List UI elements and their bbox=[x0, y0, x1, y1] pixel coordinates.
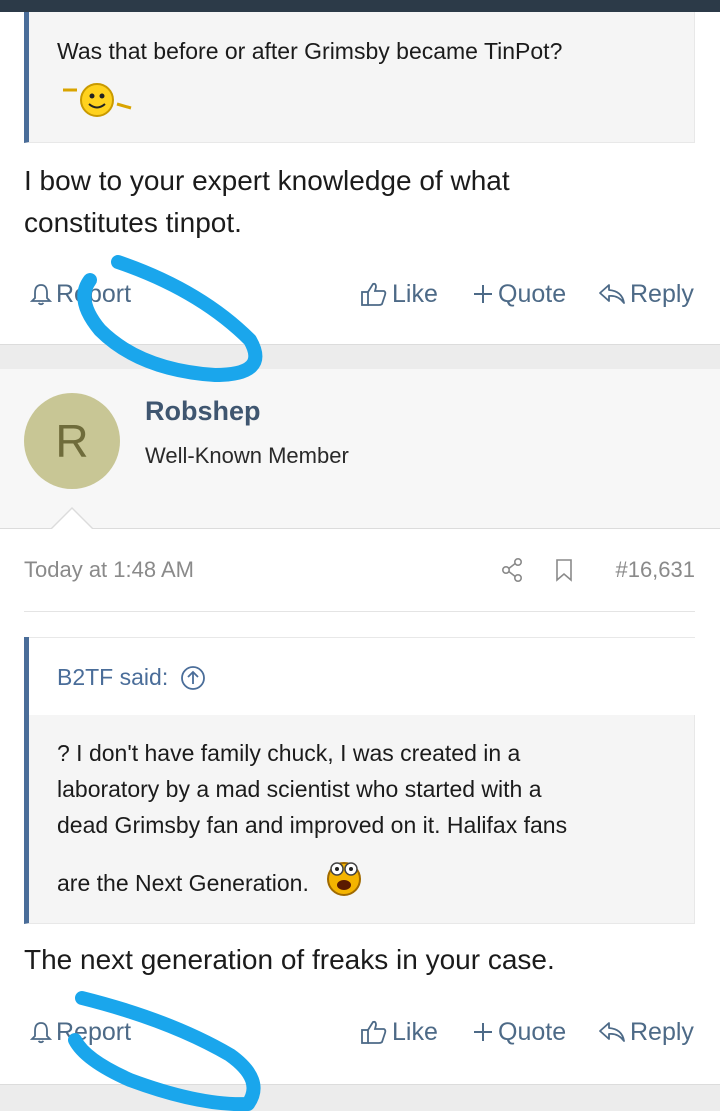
plus-icon bbox=[474, 285, 492, 303]
post-date-link[interactable]: Today at 1:48 AM bbox=[24, 557, 194, 583]
bookmark-button[interactable] bbox=[554, 557, 574, 589]
quote-block: Was that before or after Grimsby became … bbox=[24, 12, 695, 143]
report-button[interactable]: Report bbox=[30, 274, 131, 314]
post-body: The next generation of freaks in your ca… bbox=[24, 944, 555, 975]
quote-line: ? I don't have family chuck, I was creat… bbox=[57, 740, 521, 766]
bell-icon bbox=[30, 284, 52, 306]
quote-body: ? I don't have family chuck, I was creat… bbox=[57, 735, 677, 901]
post-previous: Was that before or after Grimsby became … bbox=[0, 12, 720, 345]
post-user-header: R Robshep Well-Known Member bbox=[0, 369, 720, 529]
quote-button[interactable]: Quote bbox=[472, 274, 566, 314]
bell-icon bbox=[30, 1022, 52, 1044]
post-actions: Report Like Quote Reply bbox=[0, 274, 720, 314]
post-body-line: I bow to your expert knowledge of what bbox=[24, 165, 510, 196]
post-body-line: constitutes tinpot. bbox=[24, 207, 242, 238]
header-pointer-inner bbox=[52, 509, 92, 529]
quote-line-with-smiley: are the Next Generation. bbox=[57, 857, 677, 901]
quote-line: laboratory by a mad scientist who starte… bbox=[57, 776, 542, 802]
quote-text: Was that before or after Grimsby became … bbox=[57, 38, 563, 64]
post-meta: Today at 1:48 AM #16,631 bbox=[24, 557, 695, 587]
like-button[interactable]: Like bbox=[360, 1012, 438, 1052]
quote-block: B2TF said: ? I don't have family chuck, … bbox=[24, 637, 695, 924]
reply-arrow-icon bbox=[599, 1022, 625, 1042]
post-separator bbox=[0, 345, 720, 369]
post-current: Today at 1:48 AM #16,631 B2TF said: ? I … bbox=[0, 529, 720, 1085]
waving-smiley-icon bbox=[63, 83, 132, 117]
top-navigation-bar bbox=[0, 0, 720, 12]
user-title: Well-Known Member bbox=[145, 443, 349, 468]
quote-author-label: B2TF said: bbox=[57, 664, 169, 690]
reply-label: Reply bbox=[630, 279, 694, 308]
quote-header: B2TF said: bbox=[29, 637, 695, 715]
report-label: Report bbox=[56, 1017, 132, 1046]
bookmark-icon bbox=[556, 559, 572, 582]
shocked-smiley-icon bbox=[327, 862, 362, 896]
reply-button[interactable]: Reply bbox=[598, 1012, 694, 1052]
quote-line: are the Next Generation. bbox=[57, 870, 309, 896]
share-button[interactable] bbox=[500, 557, 524, 589]
reply-arrow-icon bbox=[599, 284, 625, 304]
meta-divider bbox=[24, 611, 695, 612]
quote-button[interactable]: Quote bbox=[472, 1012, 566, 1052]
reply-button[interactable]: Reply bbox=[598, 274, 694, 314]
arrow-up-circle-icon[interactable] bbox=[180, 665, 206, 691]
thumbs-up-icon bbox=[361, 282, 387, 306]
quote-author-link[interactable]: B2TF said: bbox=[57, 664, 206, 691]
post-body: I bow to your expert knowledge of what c… bbox=[24, 160, 510, 244]
report-label: Report bbox=[56, 279, 132, 308]
thumbs-up-icon bbox=[361, 1020, 387, 1044]
like-button[interactable]: Like bbox=[360, 274, 438, 314]
like-label: Like bbox=[392, 1017, 438, 1046]
username-link[interactable]: Robshep bbox=[145, 396, 261, 427]
post-actions: Report Like Quote Reply bbox=[0, 1012, 720, 1052]
like-label: Like bbox=[392, 279, 438, 308]
post-number-link[interactable]: #16,631 bbox=[615, 557, 695, 583]
quote-line: dead Grimsby fan and improved on it. Hal… bbox=[57, 812, 568, 838]
reply-label: Reply bbox=[630, 1017, 694, 1046]
avatar[interactable]: R bbox=[24, 393, 120, 489]
plus-icon bbox=[474, 1023, 492, 1041]
quote-label: Quote bbox=[498, 279, 567, 308]
report-button[interactable]: Report bbox=[30, 1012, 131, 1052]
share-icon bbox=[501, 557, 523, 582]
quote-label: Quote bbox=[498, 1017, 567, 1046]
